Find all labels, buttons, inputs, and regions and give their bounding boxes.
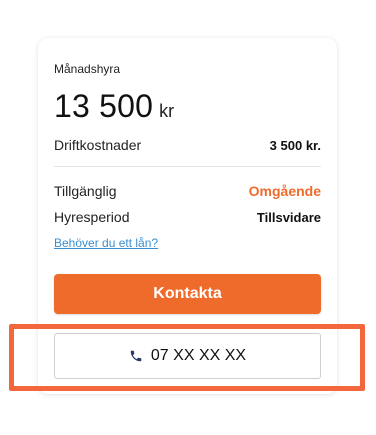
loan-link[interactable]: Behöver du ett lån?: [54, 236, 158, 250]
contact-button-label: Kontakta: [153, 285, 222, 302]
availability-row: Tillgänglig Omgående: [54, 183, 321, 199]
operating-costs-row: Driftkostnader 3 500 kr.: [54, 137, 321, 153]
price-row: 13 500 kr: [54, 88, 174, 125]
rental-period-row: Hyresperiod Tillsvidare: [54, 209, 321, 225]
monthly-rent-label: Månadshyra: [54, 62, 121, 76]
monthly-rent-price: 13 500: [54, 88, 154, 124]
phone-icon: [129, 349, 143, 363]
availability-value: Omgående: [248, 183, 321, 199]
show-phone-button[interactable]: 07 XX XX XX: [54, 333, 321, 379]
operating-costs-label: Driftkostnader: [54, 137, 142, 153]
rental-price-card: Månadshyra 13 500 kr Driftkostnader 3 50…: [38, 38, 337, 394]
operating-costs-value: 3 500 kr.: [269, 137, 321, 153]
rental-period-label: Hyresperiod: [54, 209, 130, 225]
currency-label: kr: [159, 101, 175, 121]
divider: [54, 166, 321, 167]
phone-number-label: 07 XX XX XX: [150, 347, 247, 364]
availability-label: Tillgänglig: [54, 183, 117, 199]
contact-button[interactable]: Kontakta: [54, 274, 321, 314]
rental-period-value: Tillsvidare: [256, 209, 321, 225]
